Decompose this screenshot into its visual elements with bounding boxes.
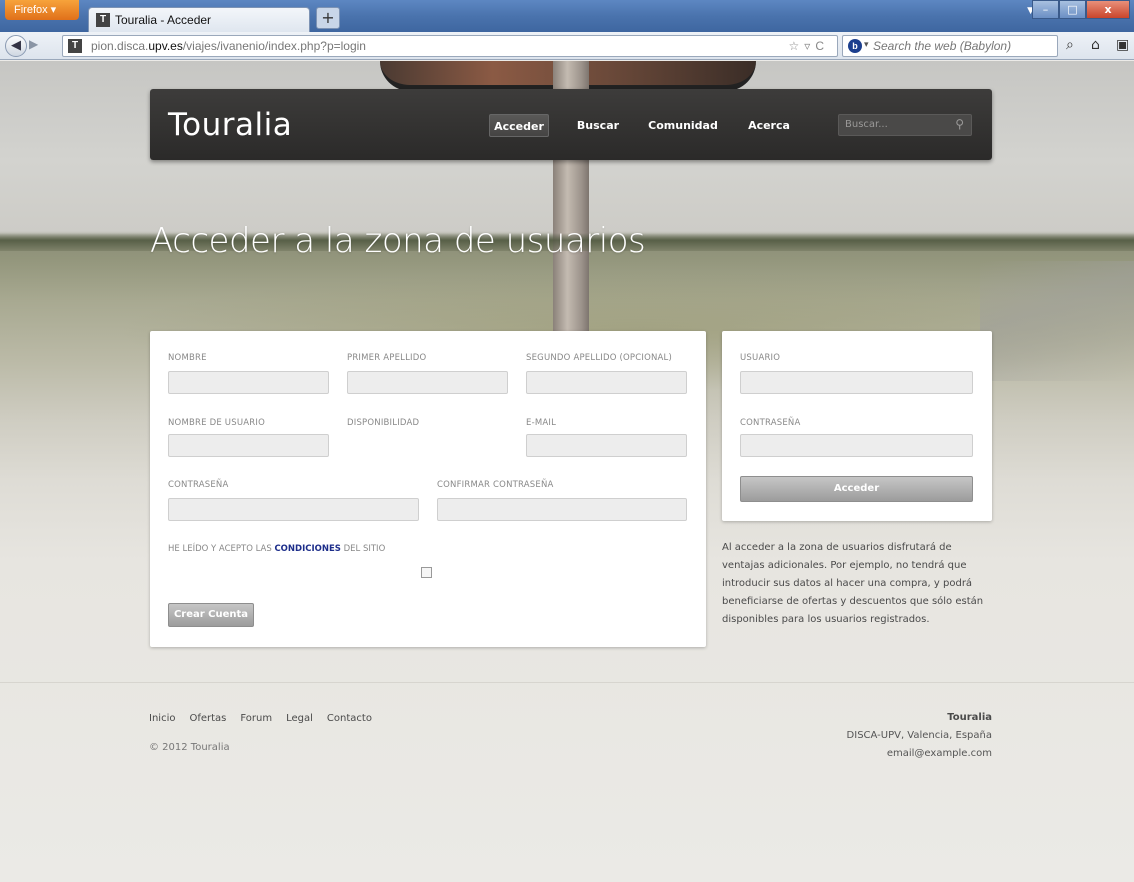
confirmar-contrasena-field[interactable] (437, 498, 687, 521)
login-contrasena-field[interactable] (740, 434, 973, 457)
conditions-link[interactable]: CONDICIONES (274, 544, 340, 554)
footer-divider (0, 682, 1134, 683)
primer-apellido-field[interactable] (347, 371, 508, 394)
footer-link-inicio[interactable]: Inicio (149, 713, 175, 724)
acceder-button[interactable]: Acceder (740, 476, 973, 502)
close-icon[interactable]: x (1086, 0, 1130, 19)
email-field[interactable] (526, 434, 687, 457)
back-arrow-icon[interactable]: ◀ (5, 35, 27, 57)
menu-comunidad[interactable]: Comunidad (648, 114, 718, 137)
maximize-icon[interactable]: □ (1059, 0, 1086, 19)
web-search-box[interactable]: b ▾ Search the web (Babylon) (842, 35, 1058, 57)
segundo-apellido-field[interactable] (526, 371, 687, 394)
page-viewport: Touralia Acceder Buscar Comunidad Acerca… (0, 61, 1134, 882)
footer-link-legal[interactable]: Legal (286, 713, 313, 724)
forward-arrow-icon[interactable]: ▶ (29, 37, 38, 51)
url-path: /viajes/ivanenio/index.php?p=login (182, 39, 366, 53)
label-nombre: NOMBRE (168, 353, 207, 363)
crear-cuenta-button[interactable]: Crear Cuenta (168, 603, 254, 627)
search-icon[interactable]: ⚲ (955, 117, 964, 131)
babylon-engine-icon[interactable]: b (848, 39, 862, 53)
register-panel: NOMBRE PRIMER APELLIDO SEGUNDO APELLIDO … (150, 331, 706, 647)
footer-email[interactable]: email@example.com (847, 745, 992, 763)
nombre-field[interactable] (168, 371, 329, 394)
contrasena-field[interactable] (168, 498, 419, 521)
accept-post: DEL SITIO (340, 544, 386, 554)
login-panel: USUARIO CONTRASEÑA Acceder (722, 331, 992, 521)
tab-title: Touralia - Acceder (115, 13, 212, 27)
menu-buscar[interactable]: Buscar (572, 114, 624, 137)
firefox-menu-label: Firefox (14, 4, 48, 16)
label-primer-apellido: PRIMER APELLIDO (347, 353, 427, 363)
copyright: © 2012 Touralia (149, 742, 230, 753)
page-title: Acceder a la zona de usuarios (150, 221, 646, 261)
url-favicon-icon: T (68, 39, 82, 53)
footer-address: DISCA-UPV, Valencia, España (846, 730, 992, 741)
browser-titlebar: Firefox ▾ T Touralia - Acceder + ▼ – □ x (0, 0, 1134, 32)
nombre-usuario-field[interactable] (168, 434, 329, 457)
footer-nav: Inicio Ofertas Forum Legal Contacto (149, 713, 372, 724)
site-search-placeholder: Buscar... (845, 119, 888, 130)
footer-link-contacto[interactable]: Contacto (327, 713, 372, 724)
site-search-input[interactable]: Buscar... ⚲ (838, 114, 972, 136)
footer-link-forum[interactable]: Forum (240, 713, 272, 724)
accept-pre: HE LEÍDO Y ACEPTO LAS (168, 544, 275, 554)
address-bar[interactable]: T pion.disca.upv.es/viajes/ivanenio/inde… (62, 35, 838, 57)
label-confirmar: CONFIRMAR CONTRASEÑA (437, 480, 554, 490)
usuario-field[interactable] (740, 371, 973, 394)
accept-terms-checkbox[interactable] (421, 567, 432, 578)
window-controls: – □ x (1032, 0, 1130, 20)
site-favicon-icon: T (96, 13, 110, 27)
browser-navbar: ◀ ▶ T pion.disca.upv.es/viajes/ivanenio/… (0, 32, 1134, 60)
web-search-placeholder: Search the web (Babylon) (873, 39, 1012, 53)
footer-brand: Touralia (947, 712, 992, 723)
menu-acerca[interactable]: Acerca (744, 114, 794, 137)
label-email: E-MAIL (526, 418, 557, 428)
menu-acceder[interactable]: Acceder (489, 114, 549, 137)
browser-tab[interactable]: T Touralia - Acceder (88, 7, 310, 32)
login-benefits-text: Al acceder a la zona de usuarios disfrut… (722, 542, 984, 625)
home-icon[interactable]: ⌂ (1091, 37, 1100, 53)
footer-contact: Touralia DISCA-UPV, Valencia, España ema… (847, 709, 992, 763)
label-segundo-apellido: SEGUNDO APELLIDO (OPCIONAL) (526, 353, 672, 363)
engine-dropdown-icon[interactable]: ▾ (864, 39, 869, 50)
label-contrasena: CONTRASEÑA (168, 480, 229, 490)
site-logo[interactable]: Touralia (168, 107, 292, 143)
site-header: Touralia Acceder Buscar Comunidad Acerca… (150, 89, 992, 160)
accept-terms-text: HE LEÍDO Y ACEPTO LAS CONDICIONES DEL SI… (168, 544, 385, 554)
label-nombre-usuario: NOMBRE DE USUARIO (168, 418, 265, 428)
background-road (980, 261, 1134, 381)
footer-link-ofertas[interactable]: Ofertas (189, 713, 226, 724)
url-domain: upv.es (148, 39, 183, 53)
search-icon[interactable]: ⌕ (1066, 37, 1074, 53)
url-prefix: pion.disca. (91, 39, 149, 53)
bookmark-star-icon[interactable]: ☆▿C (789, 39, 829, 53)
label-disponibilidad: DISPONIBILIDAD (347, 418, 420, 428)
firefox-menu-button[interactable]: Firefox ▾ (5, 0, 79, 20)
label-usuario: USUARIO (740, 353, 781, 363)
new-tab-button[interactable]: + (316, 7, 340, 29)
label-login-contrasena: CONTRASEÑA (740, 418, 801, 428)
minimize-icon[interactable]: – (1032, 0, 1059, 19)
bookmarks-icon[interactable]: ▣ (1116, 37, 1129, 53)
